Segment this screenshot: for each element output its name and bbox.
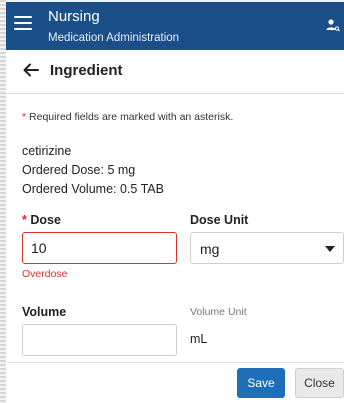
page-header: Ingredient	[6, 50, 344, 94]
dose-unit-label: Dose Unit	[190, 213, 249, 227]
hamburger-menu-icon[interactable]	[14, 16, 32, 34]
volume-label: Volume	[22, 305, 67, 319]
ordered-dose: Ordered Dose: 5 mg	[22, 163, 136, 177]
app-subtitle: Medication Administration	[48, 32, 180, 44]
volume-unit-value: mL	[190, 332, 208, 346]
ordered-volume: Ordered Volume: 0.5 TAB	[22, 182, 164, 196]
page-title: Ingredient	[50, 62, 123, 79]
app-header: Nursing Medication Administration	[6, 2, 344, 50]
caret-down-icon	[325, 246, 335, 252]
required-asterisk: *	[22, 111, 27, 123]
required-note-text: Required fields are marked with an aster…	[29, 111, 234, 123]
user-search-icon[interactable]	[326, 18, 340, 32]
required-fields-note: * Required fields are marked with an ast…	[22, 111, 233, 123]
volume-unit-label: Volume Unit	[190, 306, 247, 318]
dose-input[interactable]	[22, 232, 177, 264]
dose-required-asterisk: *	[22, 213, 27, 227]
save-button[interactable]: Save	[237, 368, 285, 398]
app-frame: Nursing Medication Administration Ingred…	[6, 2, 344, 403]
dose-unit-selected-value: mg	[200, 241, 220, 257]
dose-error-message: Overdose	[22, 268, 68, 280]
dose-label: * Dose	[22, 213, 61, 227]
dose-unit-select[interactable]: mg	[190, 232, 344, 264]
close-button[interactable]: Close	[295, 368, 344, 398]
form-footer: Save Close	[6, 362, 344, 403]
dose-label-text: Dose	[30, 213, 61, 227]
arrow-left-icon[interactable]	[22, 61, 40, 79]
medication-name: cetirizine	[22, 144, 72, 158]
app-title: Nursing	[48, 8, 100, 25]
volume-input[interactable]	[22, 324, 177, 356]
